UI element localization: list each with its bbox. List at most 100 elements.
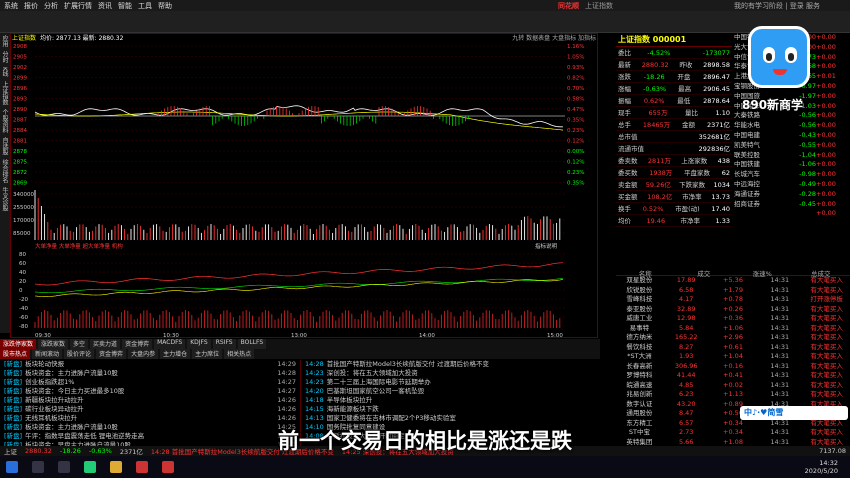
toolbar-button[interactable] [346,13,362,31]
indicator-tab[interactable]: 多空 [70,339,89,349]
toolbar-button[interactable] [202,13,218,31]
news-item[interactable]: 14:23 深创投：将在五大领域加大投资 [301,369,600,378]
sidebar-tab[interactable]: 上证指数 [0,79,9,107]
indicator-tab[interactable]: 买卖力道 [90,339,121,349]
intraday-chart[interactable]: 2908 2905 2902 2899 2896 2893 2890 2887 2884 2881… [10,33,598,339]
news-item[interactable]: 14:28 首批国产特斯拉Model3长续航版交付 过渡期后价格不变 [301,360,600,369]
news-item[interactable]: 14:23 第二十三届上海国际电影节延期举办 [301,378,600,387]
trade-row[interactable]: 双星股份 17.89 +5.36 14:31 有大笔买入 [616,276,850,286]
browser-icon[interactable] [84,461,96,473]
news-item[interactable]: 14:15 海新能源板块下跌 [301,405,600,414]
sidebar-tab[interactable]: 牛叉诊股 [0,185,9,213]
trade-row[interactable]: 易事特 5.84 +1.06 14:31 有大笔买入 [616,324,850,334]
news-tab[interactable]: 大盘内参 [128,349,159,359]
trade-row[interactable]: *ST大洲 1.93 +1.04 14:31 有大笔买入 [616,352,850,362]
news-tab[interactable]: 资金博弈 [96,349,127,359]
toolbar-button[interactable] [76,13,92,31]
toolbar-button[interactable] [418,13,434,31]
app-icon-2[interactable] [162,461,174,473]
trade-row[interactable]: 欣锐股份 6.58 +1.79 14:31 有大笔买入 [616,286,850,296]
indicator-tab[interactable]: BOLLFS [237,339,267,349]
toolbar-button[interactable] [112,13,128,31]
toolbar-button[interactable] [400,13,416,31]
trade-row[interactable]: 长春高新 306.96 +0.16 14:31 有大笔买入 [616,362,850,372]
trade-row[interactable]: 威唐工业 12.98 +0.36 14:31 有大笔买入 [616,314,850,324]
news-tab[interactable]: 新闻滚动 [32,349,63,359]
news-tab[interactable]: 相关热点 [224,349,255,359]
indicator-tab[interactable]: 资金博弈 [122,339,153,349]
toolbar-button[interactable] [508,13,524,31]
toolbar-button[interactable] [58,13,74,31]
news-item[interactable]: [新盘] 板块资金：主力进脉户流量10股 14:28 [0,369,300,378]
menu-quote[interactable]: 报价 [24,1,38,11]
toolbar-button[interactable] [130,13,146,31]
news-item[interactable]: [新盘] 碳行业板块异动拉升 14:26 [0,405,300,414]
search-icon[interactable] [32,461,44,473]
toolbar-button[interactable] [364,13,380,31]
stock-row[interactable]: 招商证券 -0.45 [734,200,816,210]
sidebar-tab[interactable]: 应用 [0,33,9,49]
menu-ext[interactable]: 扩展行情 [64,1,92,11]
sidebar-tab[interactable]: 综合排名 [0,157,9,185]
news-item[interactable]: 14:20 巴基斯坦国家航空公司一客机坠毁 [301,387,600,396]
sidebar-tab[interactable]: K线 [0,65,9,79]
toolbar-button[interactable] [22,13,38,31]
news-item[interactable]: [新盘] 新疆板块拉升动拉升 14:26 [0,396,300,405]
news-tab[interactable]: 股价评论 [64,349,95,359]
trade-row[interactable]: 皖通高速 4.85 +0.02 14:31 有大笔买入 [616,381,850,391]
news-tab[interactable]: 主力席位 [192,349,223,359]
indicator-tab[interactable]: 涨跌家数 [38,339,69,349]
indicator-tab[interactable]: RSIFS [212,339,236,349]
menu-help[interactable]: 帮助 [158,1,172,11]
news-item[interactable]: [新盘] 创业板指跌超1% 14:27 [0,378,300,387]
toolbar-button[interactable] [454,13,470,31]
menu-system[interactable]: 系统 [4,1,18,11]
toolbar-button[interactable] [220,13,236,31]
folder-icon[interactable] [110,461,122,473]
trade-row[interactable]: 泰亚股份 32.89 +0.26 14:31 有大笔买入 [616,305,850,315]
toolbar-button[interactable] [166,13,182,31]
user-links[interactable]: 我的有学习阶段 | 登录 服务 [734,1,850,11]
stock-row[interactable]: 联美控股 -1.04 [734,151,816,161]
menu-smart[interactable]: 智能 [118,1,132,11]
sidebar-tab[interactable]: 个股资料 [0,107,9,135]
trade-row[interactable]: 雪峰科技 4.17 +0.78 14:31 打开涨停板 [616,295,850,305]
stock-row[interactable]: 中远海控 -0.49 [734,180,816,190]
news-tab[interactable]: 股市热点 [0,349,31,359]
news-tab[interactable]: 主力增仓 [160,349,191,359]
menu-analysis[interactable]: 分析 [44,1,58,11]
trade-row[interactable]: 罗博特科 41.44 +0.41 14:31 有大笔买入 [616,371,850,381]
toolbar-button[interactable] [256,13,272,31]
stock-row[interactable]: 海通证券 -0.28 [734,190,816,200]
chart-header-right[interactable]: 九转 数据表盘 大盘指标 加指标 [512,33,596,42]
indicator-tab[interactable]: MACDFS [154,339,186,349]
toolbar-button[interactable] [4,13,20,31]
app-icon[interactable] [136,461,148,473]
toolbar-button[interactable] [94,13,110,31]
indicator-tab[interactable]: 涨跌停家数 [0,339,37,349]
stock-row[interactable]: 中国铁建 -1.06 [734,160,816,170]
trade-row[interactable]: 兆易创新 6.23 +1.13 14:31 有大笔买入 [616,390,850,400]
toolbar-button[interactable] [490,13,506,31]
sidebar-tab[interactable]: 自选股 [0,135,9,157]
indicator-tab[interactable]: KDJFS [187,339,211,349]
stock-row[interactable]: 长城汽车 -0.98 [734,170,816,180]
news-item[interactable]: [新盘] 无线耳机板块拉升 14:26 [0,414,300,423]
toolbar-button[interactable] [40,13,56,31]
start-icon[interactable] [6,461,18,473]
toolbar-button[interactable] [292,13,308,31]
stock-row[interactable]: 凯美特气 -0.55 [734,141,816,151]
toolbar-button[interactable] [328,13,344,31]
stock-row[interactable]: 华能水电 -0.56 [734,121,816,131]
news-item[interactable]: [新盘] 板块资金：今日主力买进最多10股 14:27 [0,387,300,396]
toolbar-button[interactable] [274,13,290,31]
toolbar-button[interactable] [436,13,452,31]
toolbar-button[interactable] [382,13,398,31]
news-item[interactable]: 14:18 半导体板块拉升 [301,396,600,405]
trade-row[interactable]: 餐饮科技 8.27 +0.61 14:31 有大笔买入 [616,343,850,353]
toolbar-button[interactable] [472,13,488,31]
toolbar-button[interactable] [184,13,200,31]
trade-row[interactable]: 德方纳米 165.22 +2.96 14:31 有大笔买入 [616,333,850,343]
toolbar-button[interactable] [148,13,164,31]
menu-news[interactable]: 资讯 [98,1,112,11]
